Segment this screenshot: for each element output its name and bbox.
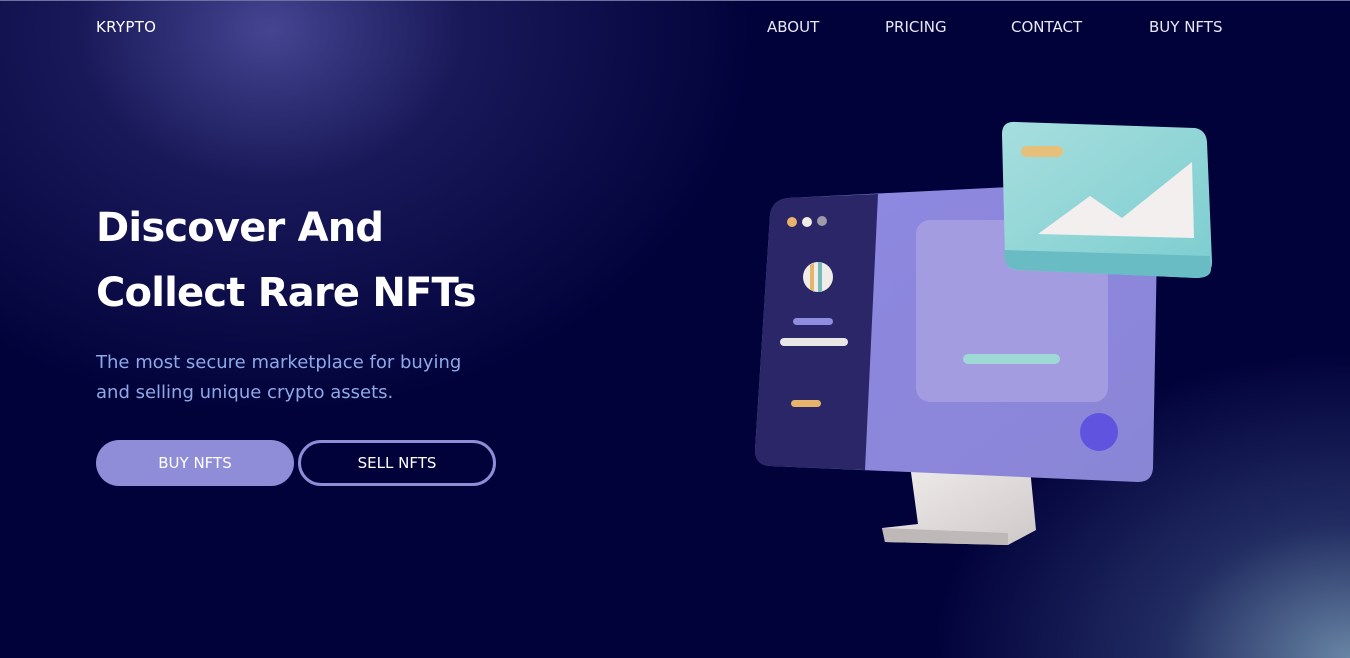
monitor-stand — [882, 465, 1036, 545]
hero-title-line-2: Collect Rare NFTs — [96, 270, 477, 316]
nav-link-contact[interactable]: CONTACT — [1011, 18, 1082, 36]
hero-subtitle-line-2: and selling unique crypto assets. — [96, 382, 394, 403]
hero-subtitle-line-1: The most secure marketplace for buying — [96, 352, 462, 373]
buy-nfts-button[interactable]: BUY NFTS — [96, 440, 294, 486]
sell-nfts-button[interactable]: SELL NFTS — [298, 440, 496, 486]
hero-title-line-1: Discover And — [96, 205, 384, 251]
logo[interactable]: KRYPTO — [96, 18, 156, 36]
hero-title: Discover And Collect Rare NFTs — [96, 196, 616, 326]
nav-link-about[interactable]: ABOUT — [767, 18, 819, 36]
nft-card — [1002, 121, 1212, 278]
top-navigation: KRYPTO ABOUT PRICING CONTACT BUY NFTS — [0, 0, 1350, 56]
nav-link-buy-nfts[interactable]: BUY NFTS — [1149, 18, 1222, 36]
hero-subtitle: The most secure marketplace for buying a… — [96, 348, 496, 408]
computer-monitor-nft-illustration — [755, 121, 1212, 545]
nav-link-pricing[interactable]: PRICING — [885, 18, 947, 36]
